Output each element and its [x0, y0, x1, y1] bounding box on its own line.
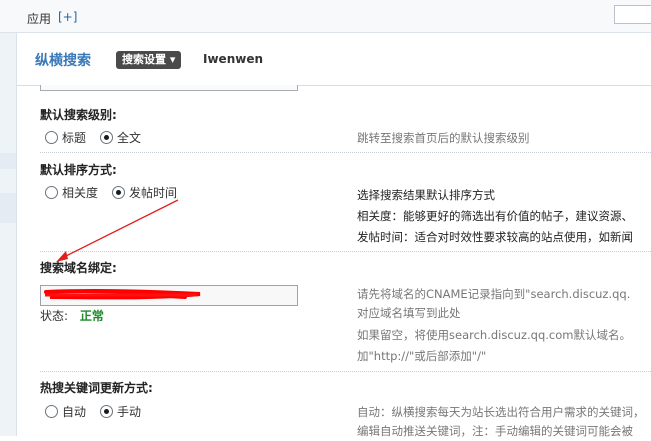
plugin-header: 纵横搜索 搜索设置 ▾ Iwenwen: [17, 33, 651, 86]
apps-label[interactable]: 应用: [27, 10, 51, 27]
domain-binding-label: 搜索域名绑定:: [40, 261, 117, 275]
radio-auto-circle[interactable]: [45, 405, 58, 418]
hotword-help-2: 编辑自动推送关键词，注：手动编辑的关键词可能会被: [357, 424, 633, 438]
hotword-label: 热搜关键词更新方式:: [40, 381, 153, 395]
domain-help-1: 请先将域名的CNAME记录指向到"search.discuz.qq.: [357, 287, 631, 301]
radio-post-time[interactable]: 发帖时间: [112, 184, 177, 201]
search-level-help: 跳转至搜索首页后的默认搜索级别: [357, 131, 530, 145]
radio-post-time-circle[interactable]: [112, 186, 126, 199]
domain-help-3: 如果留空，将使用search.discuz.qq.com默认域名。: [357, 328, 631, 342]
search-settings-button[interactable]: 搜索设置 ▾: [116, 51, 182, 69]
domain-binding-input[interactable]: [40, 285, 298, 306]
sidebar-band: [0, 193, 16, 223]
radio-auto-label: 自动: [62, 405, 87, 419]
search-level-label: 默认搜索级别:: [40, 108, 117, 122]
hotword-options: 自动 手动: [45, 403, 155, 420]
radio-title-label: 标题: [62, 131, 87, 145]
radio-relevance[interactable]: 相关度: [45, 184, 98, 201]
divider: [40, 152, 651, 153]
radio-relevance-label: 相关度: [62, 186, 99, 200]
brand-title[interactable]: 纵横搜索: [35, 50, 91, 70]
sort-order-label: 默认排序方式:: [40, 163, 117, 177]
add-app-link[interactable]: [+]: [58, 10, 77, 24]
radio-relevance-circle[interactable]: [45, 186, 58, 199]
left-sidebar-strip: [0, 33, 17, 436]
hotword-help-1: 自动：纵横搜索每天为站长选出符合用户需求的关键词，: [357, 405, 645, 419]
radio-auto[interactable]: 自动: [45, 403, 86, 420]
radio-manual[interactable]: 手动: [100, 403, 141, 420]
radio-fulltext-circle[interactable]: [100, 131, 114, 144]
domain-help-4: 加"http://"或后部添加"/": [357, 349, 487, 363]
divider: [40, 371, 651, 372]
radio-manual-circle[interactable]: [100, 405, 114, 418]
previous-field-input[interactable]: [40, 85, 298, 91]
radio-post-time-label: 发帖时间: [129, 186, 178, 200]
radio-title[interactable]: 标题: [45, 129, 86, 146]
annotation-arrow-line: [61, 199, 179, 259]
sort-order-help-3: 发帖时间：适合对时效性要求较高的站点使用，如新闻: [357, 230, 633, 244]
radio-fulltext-label: 全文: [117, 131, 142, 145]
divider: [40, 251, 651, 252]
domain-status: 状态: 正常: [40, 307, 104, 324]
radio-fulltext[interactable]: 全文: [100, 129, 141, 146]
radio-manual-label: 手动: [117, 405, 142, 419]
search-level-options: 标题 全文: [45, 129, 155, 146]
username: Iwenwen: [203, 52, 263, 66]
domain-help-2: 对应域名填写到此处: [357, 306, 461, 320]
top-bar: 应用 [+]: [0, 0, 651, 33]
sort-order-options: 相关度 发帖时间: [45, 184, 191, 201]
domain-status-value: 正常: [79, 309, 104, 323]
sort-order-help-2: 相关度：能够更好的筛选出有价值的帖子，建议资源、: [357, 209, 633, 223]
sort-order-help-1: 选择搜索结果默认排序方式: [357, 188, 495, 202]
top-search-input[interactable]: [614, 5, 651, 24]
sidebar-band: [0, 153, 16, 169]
domain-status-label: 状态:: [40, 309, 69, 323]
radio-title-circle[interactable]: [45, 131, 58, 144]
